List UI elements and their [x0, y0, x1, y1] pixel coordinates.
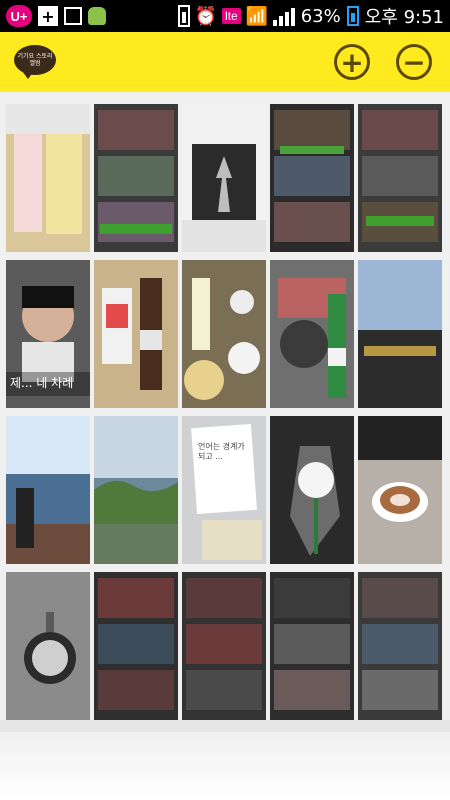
- coffee-photo: [358, 416, 442, 564]
- alarm-clock-icon: ⏰: [194, 5, 218, 27]
- clock: 오후 9:51: [364, 7, 444, 28]
- coast-photo: [94, 416, 178, 564]
- photo-grid: 제... 네 차례 언어는 경계가 되고 ...: [0, 92, 450, 732]
- add-button[interactable]: +: [334, 44, 370, 80]
- signal-bars-icon: [272, 6, 295, 26]
- grid-next-row-hint: [0, 720, 450, 732]
- grill-photo: [270, 260, 354, 408]
- hospital-cross-icon: +: [38, 6, 58, 26]
- photo-tile[interactable]: [270, 572, 354, 720]
- photo-tile[interactable]: [6, 104, 90, 252]
- plus-icon: +: [340, 45, 364, 79]
- bottom-blank-area: [0, 732, 450, 800]
- photo-tile[interactable]: [94, 572, 178, 720]
- drinks-photo: [94, 260, 178, 408]
- app-grid-icon: [64, 7, 82, 25]
- sea-photo: [6, 416, 90, 564]
- books-photo: [6, 104, 90, 252]
- photo-tile[interactable]: 언어는 경계가 되고 ...: [182, 416, 266, 564]
- tv-collage-photo: [270, 572, 354, 720]
- photo-tile[interactable]: [182, 260, 266, 408]
- logo-text: 기기요 스토리 앨범: [17, 53, 53, 67]
- tv-collage-photo: [358, 572, 442, 720]
- minus-icon: −: [402, 45, 426, 79]
- tv-collage-photo: [358, 104, 442, 252]
- photo-tile[interactable]: [182, 572, 266, 720]
- photo-tile[interactable]: [270, 260, 354, 408]
- photo-tile[interactable]: 제... 네 차례: [6, 260, 90, 408]
- photo-tile[interactable]: [358, 104, 442, 252]
- logo-bubble-tail: [22, 71, 34, 79]
- logo-bubble: 기기요 스토리 앨범: [14, 45, 56, 75]
- app-logo[interactable]: 기기요 스토리 앨범: [14, 45, 56, 79]
- photo-tile[interactable]: [270, 416, 354, 564]
- rose-photo: [270, 416, 354, 564]
- tv-collage-photo: [182, 572, 266, 720]
- photo-tile[interactable]: [270, 104, 354, 252]
- app-bar: 기기요 스토리 앨범 + −: [0, 32, 450, 92]
- photo-tile[interactable]: [94, 104, 178, 252]
- photo-tile[interactable]: [358, 572, 442, 720]
- tile-caption: 제... 네 차례: [10, 376, 74, 390]
- street-photo: [358, 260, 442, 408]
- remove-button[interactable]: −: [396, 44, 432, 80]
- photo-tile[interactable]: [94, 416, 178, 564]
- carrier-badge: U+: [6, 5, 32, 27]
- tv-collage-photo: [94, 104, 178, 252]
- photo-tile[interactable]: [94, 260, 178, 408]
- photo-tile[interactable]: [358, 416, 442, 564]
- photo-tile[interactable]: [6, 572, 90, 720]
- photo-tile[interactable]: [182, 104, 266, 252]
- note-text: 언어는 경계가 되고 ...: [198, 442, 245, 461]
- android-icon: [88, 7, 106, 25]
- photo-tile[interactable]: [6, 416, 90, 564]
- watch-photo: [6, 572, 90, 720]
- wifi-icon: 📶: [245, 5, 268, 27]
- battery-percent: 63%: [300, 5, 341, 27]
- tv-collage-photo: [94, 572, 178, 720]
- tv-collage-photo: [270, 104, 354, 252]
- frame-photo: [182, 104, 266, 252]
- status-bar: U+ + ⏰ lte 📶 63% 오후 9:51: [0, 0, 450, 32]
- status-left-icons: U+ +: [0, 5, 106, 27]
- charging-battery-icon: [346, 6, 359, 26]
- phone-battery-icon: [178, 5, 191, 27]
- note-photo: [182, 416, 266, 564]
- lte-badge: lte: [222, 8, 241, 24]
- photo-tile[interactable]: [358, 260, 442, 408]
- app-bar-actions: + −: [334, 44, 450, 80]
- table-food-photo: [182, 260, 266, 408]
- status-right-icons: ⏰ lte 📶 63% 오후 9:51: [178, 3, 450, 29]
